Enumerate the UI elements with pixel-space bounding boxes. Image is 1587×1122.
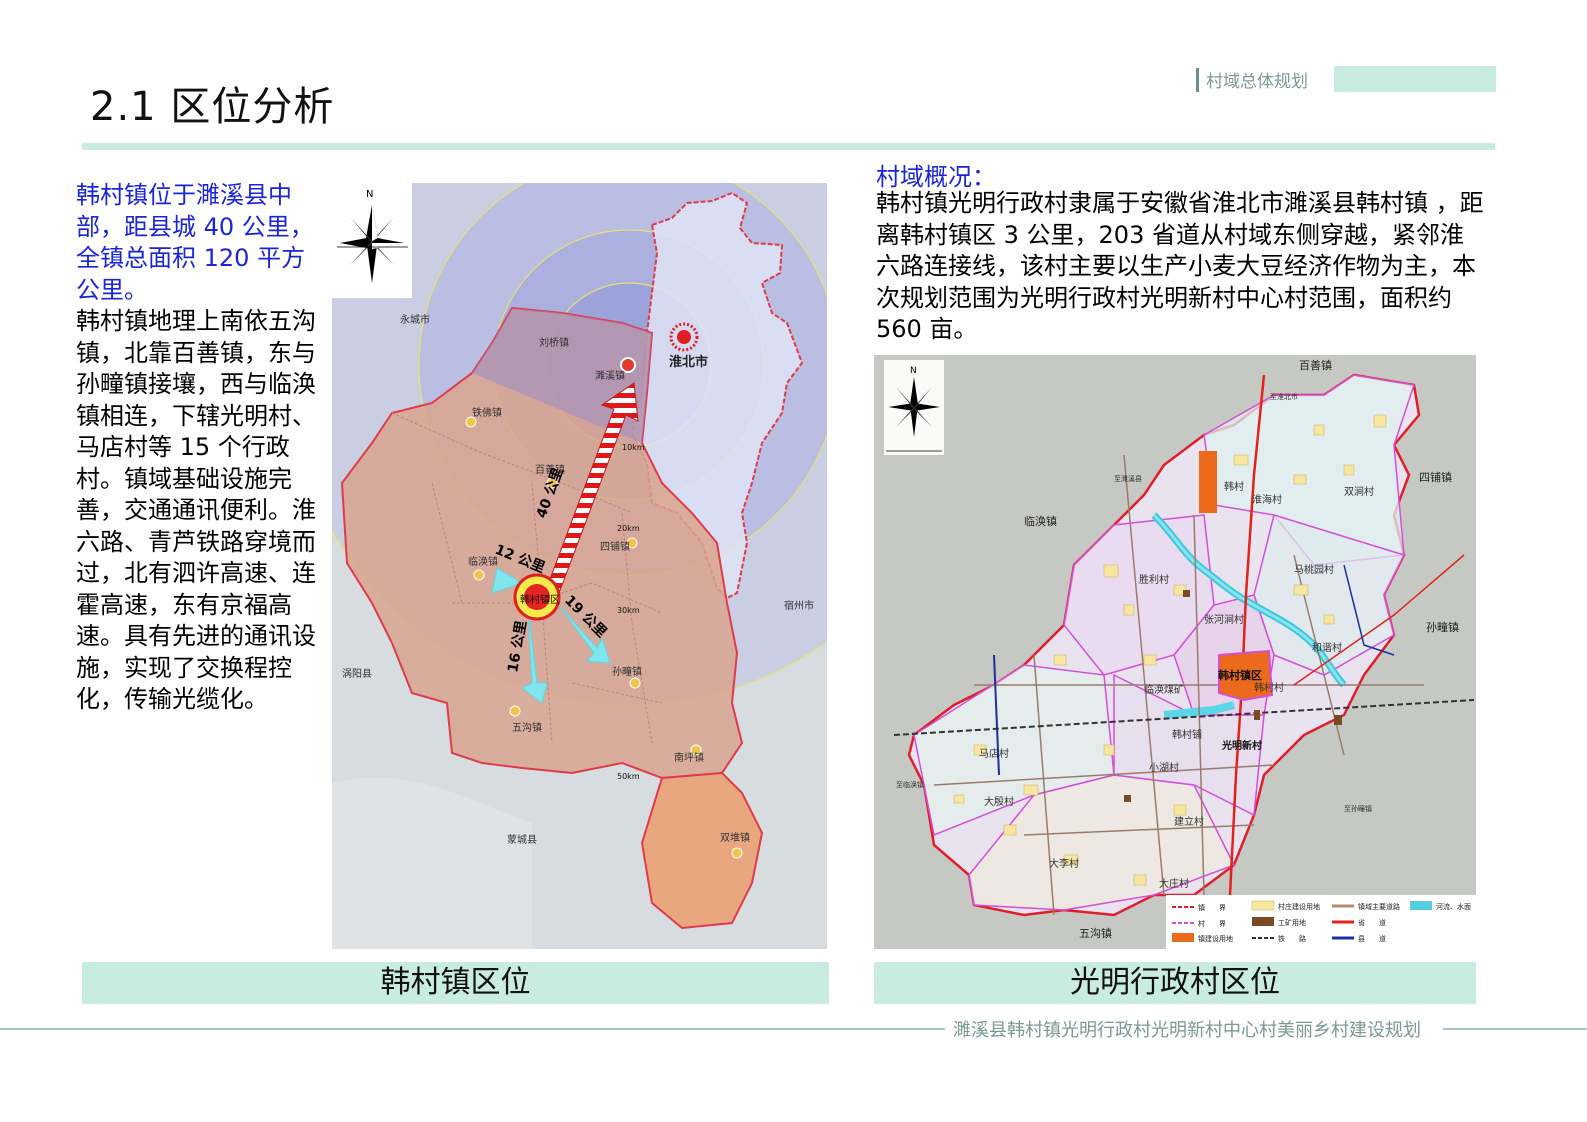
village-label-mataoyuan: 马桃园村 <box>1294 563 1334 576</box>
village-label-hancun: 韩村 <box>1224 480 1244 493</box>
section-tag-bar <box>1196 68 1199 92</box>
village-label-guangming: 光明新村 <box>1221 739 1262 752</box>
legend-provincial: 省 道 <box>1358 918 1386 927</box>
village-label-linhuan-mine: 临涣煤矿 <box>1144 683 1184 696</box>
village-label-xiaohu: 小湖村 <box>1149 761 1179 774</box>
village-label-hexie: 和谐村 <box>1312 641 1342 654</box>
road-label-huaibei: 至淮北市 <box>1270 392 1298 401</box>
village-label-madian: 马店村 <box>979 747 1009 760</box>
section-tag-label: 村域总体规划 <box>1206 72 1308 92</box>
caption-village-location: 光明行政村区位 <box>874 962 1476 1004</box>
town-label-baishan: 百善镇 <box>1299 358 1332 372</box>
compass-north-label-2: N <box>910 366 917 376</box>
ring-label-50km: 50km <box>617 772 640 781</box>
label-huaibei: 淮北市 <box>668 354 708 370</box>
label-suntuan: 孙疃镇 <box>612 665 642 678</box>
label-mengcheng: 蒙城县 <box>507 833 537 846</box>
road-label-suixi: 至濉溪县 <box>1114 474 1142 483</box>
label-nanping: 南坪镇 <box>674 751 704 764</box>
road-label-linhuan: 至临涣镇 <box>896 780 924 789</box>
village-label-dayin: 大殷村 <box>984 795 1014 808</box>
village-label-jianli: 建立村 <box>1174 815 1204 828</box>
label-suzhou: 宿州市 <box>784 599 814 612</box>
legend-town-border: 镇 界 <box>1198 903 1226 912</box>
footer-rule-right <box>1443 1028 1587 1030</box>
label-hancun: 韩村镇区 <box>520 593 560 606</box>
legend-village-land: 村庄建设用地 <box>1278 902 1320 911</box>
label-suixi: 濉溪镇 <box>595 369 625 382</box>
legend-village-land-swatch <box>1251 900 1275 911</box>
town-label-wugou: 五沟镇 <box>1079 926 1112 940</box>
village-label-hancunpu: 韩村铺 <box>1172 728 1202 741</box>
compass-icon-2: N <box>884 360 944 455</box>
footer-rule-left <box>0 1028 945 1030</box>
village-label-dazhuang: 大庄村 <box>1159 877 1189 890</box>
compass-icon: N <box>332 183 412 298</box>
town-label-linhuan: 临涣镇 <box>1024 514 1057 528</box>
ring-label-10km: 10km <box>622 443 645 452</box>
legend-town-land-swatch <box>1172 933 1194 942</box>
village-label-shuangjian: 双涧村 <box>1344 485 1374 498</box>
village-overview-heading: 村域概况： <box>876 163 996 191</box>
title-rule <box>82 143 1495 150</box>
label-shuangdui: 双堆镇 <box>720 831 750 844</box>
legend-village-border: 村 界 <box>1198 919 1226 928</box>
suixi-marker <box>620 357 636 373</box>
map-legend: 镇 界 村 界 镇建设用地 村庄建设用地 工矿用地 铁 路 镇域主要道路 省 道… <box>1166 895 1476 949</box>
village-label-huaihai: 淮海村 <box>1252 493 1282 506</box>
label-wugou: 五沟镇 <box>512 721 542 734</box>
ring-label-20km: 20km <box>617 524 640 533</box>
north-built-area <box>1199 451 1217 513</box>
town-intro: 韩村镇位于濉溪县中部，距县城 40 公里，全镇总面积 120 平方公里。 <box>76 181 314 304</box>
legend-mining: 工矿用地 <box>1278 918 1306 927</box>
village-label-daqiao: 大李村 <box>1049 857 1079 870</box>
legend-mining-swatch <box>1252 917 1274 926</box>
compass-north-label: N <box>366 189 373 200</box>
label-yongcheng: 永城市 <box>400 313 430 326</box>
legend-railway: 铁 路 <box>1278 934 1306 943</box>
village-label-hancun2: 韩村村 <box>1254 681 1284 694</box>
village-label-shengli: 胜利村 <box>1139 573 1169 586</box>
town-body: 韩村镇地理上南依五沟镇，北靠百善镇，东与孙疃镇接壤，西与临涣镇相连，下辖光明村、… <box>76 307 316 713</box>
town-location-map: N 永城市 淮北市 濉溪镇 刘桥镇 铁佛镇 百善镇 四铺镇 临涣镇 韩村镇区 宿… <box>332 183 827 949</box>
page-title: 2.1 区位分析 <box>90 84 335 130</box>
label-guoyang: 涡阳县 <box>342 668 372 680</box>
caption-town-location: 韩村镇区位 <box>82 962 829 1004</box>
legend-water-swatch <box>1410 901 1432 910</box>
legend-main-road: 镇域主要道路 <box>1358 902 1400 911</box>
town-description: 韩村镇位于濉溪县中部，距县城 40 公里，全镇总面积 120 平方公里。 韩村镇… <box>76 180 326 716</box>
label-tiefo: 铁佛镇 <box>472 406 502 419</box>
village-location-map: N 百善镇 四铺镇 临涣镇 孙疃镇 五沟镇 韩村 淮海村 双涧村 胜利村 马桃园… <box>874 355 1476 949</box>
town-label-sipu: 四铺镇 <box>1419 470 1452 484</box>
legend-county: 县 道 <box>1358 934 1386 943</box>
label-sipu: 四铺镇 <box>600 540 630 553</box>
footer-title: 濉溪县韩村镇光明行政村光明新村中心村美丽乡村建设规划 <box>953 1020 1421 1041</box>
village-label-zhanghejian: 张河涧村 <box>1204 613 1244 626</box>
legend-water: 河流、水面 <box>1436 902 1471 911</box>
village-overview-body: 韩村镇光明行政村隶属于安徽省淮北市濉溪县韩村镇 ，距离韩村镇区 3 公里，203… <box>876 189 1484 343</box>
section-tag-block <box>1334 66 1496 92</box>
ring-label-30km: 30km <box>617 606 640 615</box>
village-label-town-area: 韩村镇区 <box>1218 668 1262 682</box>
legend-town-land: 镇建设用地 <box>1198 934 1233 943</box>
village-location-map-svg: N 百善镇 四铺镇 临涣镇 孙疃镇 五沟镇 韩村 淮海村 双涧村 胜利村 马桃园… <box>874 355 1476 949</box>
label-liuqiao: 刘桥镇 <box>539 336 569 349</box>
section-tag: 村域总体规划 <box>1196 66 1496 92</box>
road-label-suntuan: 至孙疃镇 <box>1344 804 1372 813</box>
town-location-map-svg: N 永城市 淮北市 濉溪镇 刘桥镇 铁佛镇 百善镇 四铺镇 临涣镇 韩村镇区 宿… <box>332 183 827 949</box>
town-label-suntuan: 孙疃镇 <box>1426 620 1459 634</box>
